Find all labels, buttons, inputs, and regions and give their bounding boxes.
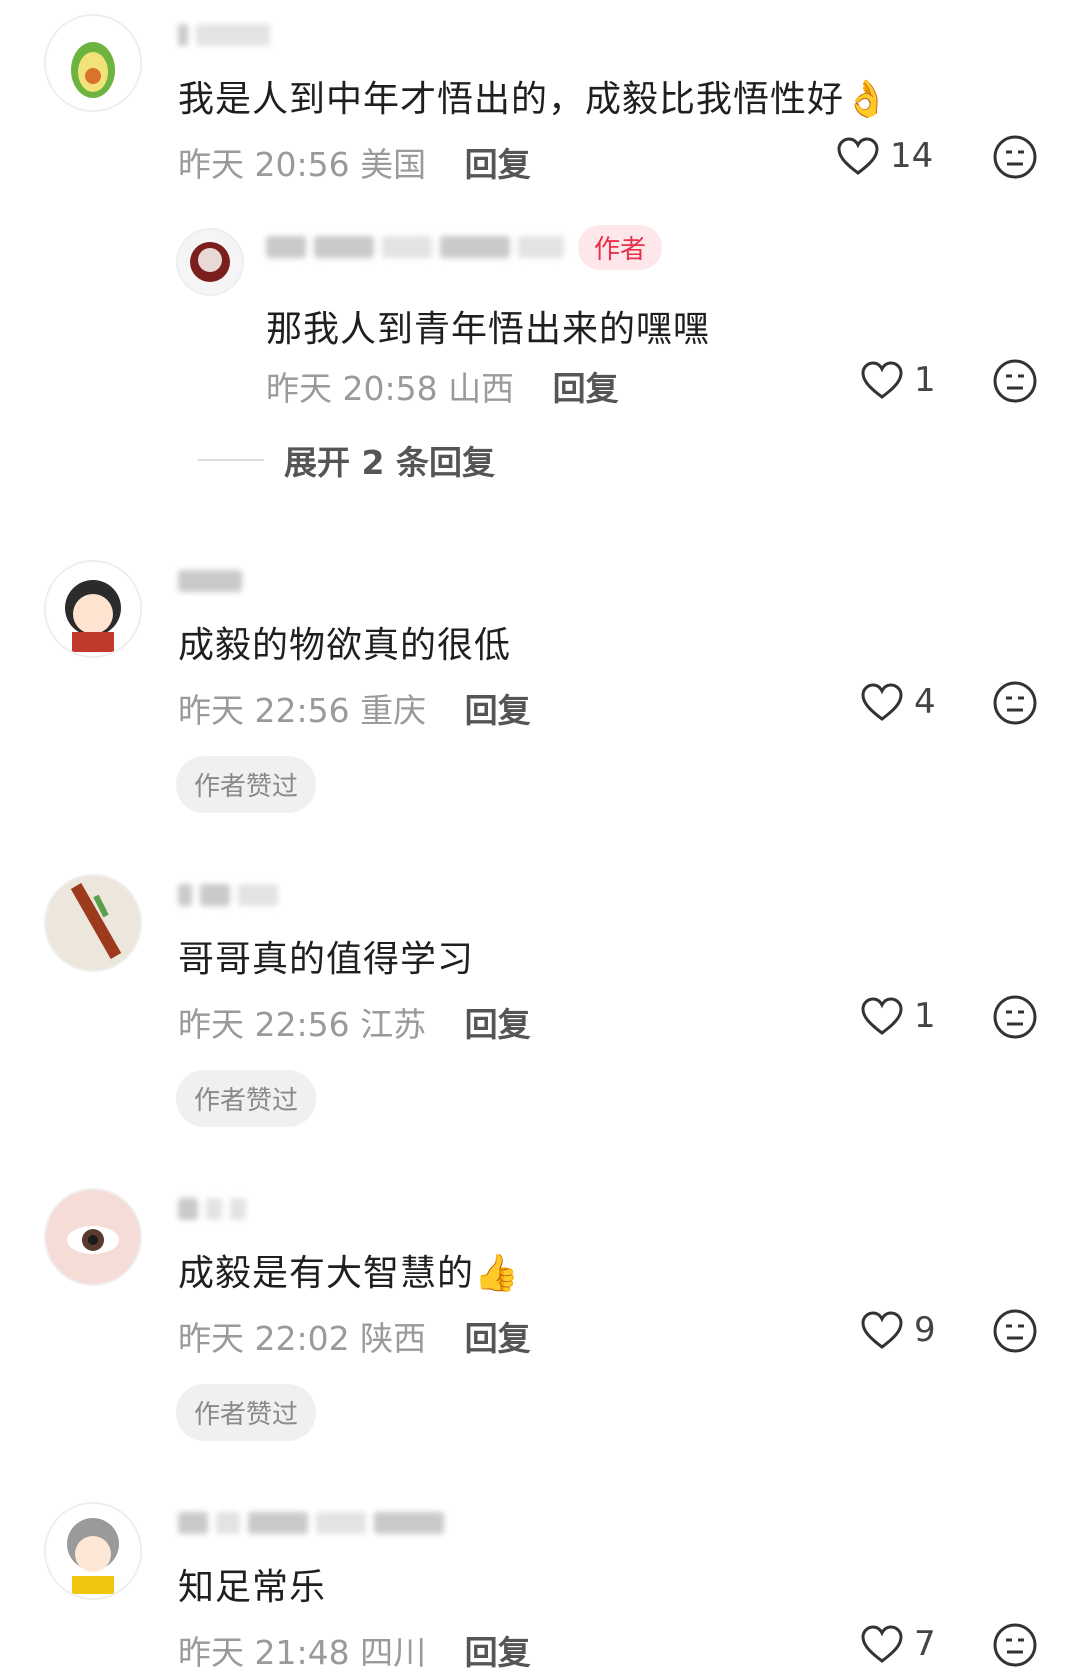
heart-outline-icon [837, 137, 879, 175]
neutral-face-icon[interactable] [992, 358, 1038, 404]
like-button[interactable]: 1 [860, 996, 936, 1036]
like-button[interactable]: 1 [860, 360, 936, 400]
like-button[interactable]: 4 [860, 682, 936, 722]
comment-item: 知足常乐 昨天 21:48 四川 回复 7 [0, 1488, 1080, 1679]
comment-item: 成毅是有大智慧的👍 昨天 22:02 陕西 回复 9 作者赞过 [0, 1174, 1080, 1444]
comment-text: 成毅的物欲真的很低 [178, 625, 512, 666]
author-liked-badge: 作者赞过 [176, 1070, 317, 1127]
like-count: 1 [914, 360, 936, 400]
username[interactable] [178, 880, 278, 910]
comment-meta: 昨天 22:56 江苏 回复 [178, 998, 531, 1046]
heart-outline-icon [861, 683, 903, 721]
username[interactable] [178, 1194, 246, 1224]
comment-location: 美国 [360, 145, 427, 184]
like-count: 9 [914, 1310, 936, 1350]
comment-item: 哥哥真的值得学习 昨天 22:56 江苏 回复 1 作者赞过 [0, 860, 1080, 1130]
comment-text: 哥哥真的值得学习 [178, 939, 475, 980]
author-liked-badge: 作者赞过 [176, 756, 317, 813]
username[interactable] [178, 20, 270, 50]
reply-button[interactable]: 回复 [553, 369, 619, 408]
comment-time: 昨天 20:56 [178, 145, 350, 184]
comment-time: 昨天 22:56 [178, 691, 350, 730]
reply-button[interactable]: 回复 [465, 1319, 531, 1358]
username[interactable] [178, 1508, 444, 1538]
avatar[interactable] [44, 874, 142, 972]
like-count: 4 [914, 682, 936, 722]
like-button[interactable]: 9 [860, 1310, 936, 1350]
avatar[interactable] [44, 560, 142, 658]
avatar[interactable] [44, 1502, 142, 1600]
neutral-face-icon[interactable] [992, 1622, 1038, 1668]
reply-time: 昨天 20:58 [266, 369, 438, 408]
username[interactable] [178, 566, 242, 596]
heart-outline-icon [861, 361, 903, 399]
comment-text: 我是人到中年才悟出的，成毅比我悟性好👌 [178, 79, 890, 120]
heart-outline-icon [861, 997, 903, 1035]
author-username[interactable]: 作者 [266, 224, 663, 270]
comment-meta: 昨天 20:56 美国 回复 [178, 138, 531, 186]
avatar[interactable] [44, 14, 142, 112]
comment-text: 成毅是有大智慧的👍 [178, 1253, 520, 1294]
reply-button[interactable]: 回复 [465, 691, 531, 730]
neutral-face-icon[interactable] [992, 680, 1038, 726]
like-count: 7 [914, 1624, 936, 1664]
comment-location: 四川 [360, 1633, 427, 1672]
like-count: 1 [914, 996, 936, 1036]
comment-text: 知足常乐 [178, 1567, 327, 1608]
like-button[interactable]: 14 [836, 136, 933, 176]
comment-time: 昨天 21:48 [178, 1633, 350, 1672]
avatar[interactable] [44, 1188, 142, 1286]
author-liked-badge: 作者赞过 [176, 1384, 317, 1441]
comment-item: 我是人到中年才悟出的，成毅比我悟性好👌 昨天 20:56 美国 回复 14 作者… [0, 0, 1080, 482]
comment-meta: 昨天 22:02 陕西 回复 [178, 1312, 531, 1360]
reply-button[interactable]: 回复 [465, 1005, 531, 1044]
author-avatar[interactable] [176, 228, 244, 296]
comment-time: 昨天 22:56 [178, 1005, 350, 1044]
reply-button[interactable]: 回复 [465, 1633, 531, 1672]
comment-location: 陕西 [360, 1319, 427, 1358]
reply-meta: 昨天 20:58 山西 回复 [266, 362, 619, 410]
comment-time: 昨天 22:02 [178, 1319, 350, 1358]
neutral-face-icon[interactable] [992, 1308, 1038, 1354]
reply-button[interactable]: 回复 [465, 145, 531, 184]
author-tag: 作者 [578, 224, 663, 270]
comment-meta: 昨天 22:56 重庆 回复 [178, 684, 531, 732]
reply-location: 山西 [448, 369, 515, 408]
comment-item: 成毅的物欲真的很低 昨天 22:56 重庆 回复 4 作者赞过 [0, 546, 1080, 816]
expand-replies-button[interactable]: 展开 2 条回复 [198, 436, 495, 484]
neutral-face-icon[interactable] [992, 994, 1038, 1040]
neutral-face-icon[interactable] [992, 134, 1038, 180]
comment-meta: 昨天 21:48 四川 回复 [178, 1626, 531, 1674]
expand-label: 展开 2 条回复 [284, 443, 495, 482]
comment-location: 重庆 [360, 691, 427, 730]
heart-outline-icon [861, 1311, 903, 1349]
divider [198, 459, 264, 461]
like-count: 14 [890, 136, 934, 176]
reply-text: 那我人到青年悟出来的嘿嘿 [266, 309, 711, 350]
heart-outline-icon [861, 1625, 903, 1663]
like-button[interactable]: 7 [860, 1624, 936, 1664]
comment-location: 江苏 [360, 1005, 427, 1044]
reply-item: 作者 那我人到青年悟出来的嘿嘿 昨天 20:58 山西 回复 1 [0, 218, 1080, 408]
